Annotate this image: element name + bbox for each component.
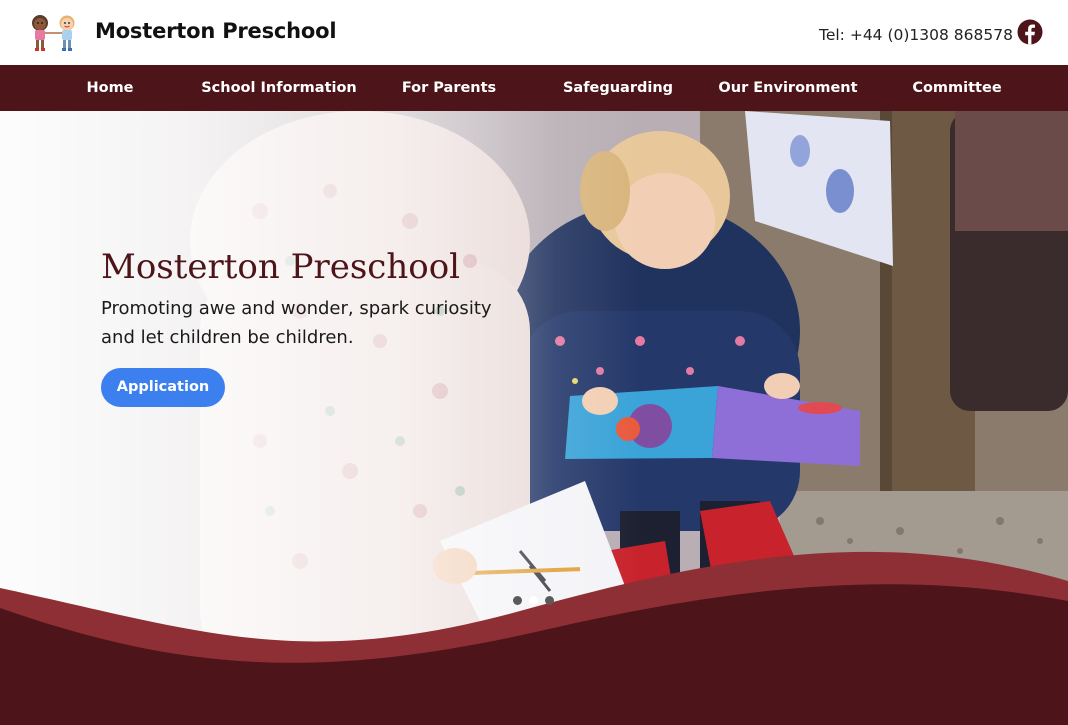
site-title[interactable]: Mosterton Preschool — [95, 19, 337, 43]
children-holding-hands-logo-icon[interactable] — [24, 12, 84, 54]
nav-item-for-parents[interactable]: For Parents — [389, 65, 509, 111]
slide-dot-1[interactable] — [513, 596, 522, 605]
nav-item-our-environment[interactable]: Our Environment — [713, 65, 863, 111]
nav-item-home[interactable]: Home — [70, 65, 150, 111]
facebook-icon[interactable] — [1017, 19, 1043, 45]
hero-slideshow: Mosterton Preschool Promoting awe and wo… — [0, 111, 1068, 725]
main-nav: Home School Information For Parents Safe… — [0, 65, 1068, 111]
slide-dot-2[interactable] — [529, 596, 538, 605]
phone-number: Tel: +44 (0)1308 868578 — [819, 26, 1013, 44]
nav-item-committee[interactable]: Committee — [897, 65, 1017, 111]
nav-item-school-information[interactable]: School Information — [199, 65, 359, 111]
hero-wave-divider — [0, 551, 1068, 725]
site-header: Mosterton Preschool Tel: +44 (0)1308 868… — [0, 0, 1068, 65]
slide-dot-3[interactable] — [545, 596, 554, 605]
nav-item-safeguarding[interactable]: Safeguarding — [553, 65, 683, 111]
